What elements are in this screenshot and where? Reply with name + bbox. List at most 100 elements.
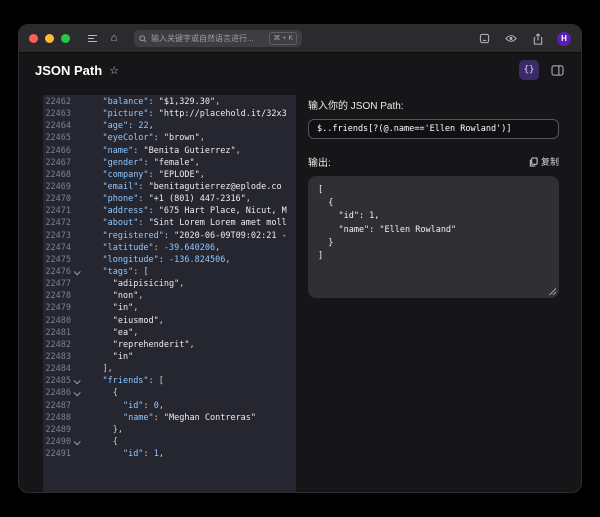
code-text: },	[82, 424, 123, 435]
caret-spacer	[71, 230, 82, 242]
code-text: "eyeColor": "brown",	[102, 133, 205, 144]
line-number: 22484	[45, 364, 71, 375]
code-text: "longitude": -136.824506,	[102, 254, 231, 265]
code-text: ],	[82, 364, 113, 375]
collapse-caret-icon[interactable]	[71, 436, 82, 448]
editor-line[interactable]: 22464 "age": 22,	[43, 120, 296, 132]
code-text: "name": "Meghan Contreras"	[122, 412, 257, 423]
json-editor[interactable]: 22462 "balance": "$1,329.30", 22463 "pict…	[43, 95, 296, 492]
line-number: 22480	[45, 315, 71, 326]
line-number: 22472	[45, 218, 71, 229]
sidebar-toggle-icon[interactable]	[84, 31, 100, 47]
line-number: 22474	[45, 242, 71, 253]
browser-window: ⌂ 输入关键字或自然语言进行... ⌘ + K H JSON Path ☆ {}	[18, 24, 582, 493]
zoom-button[interactable]	[61, 34, 70, 43]
editor-line[interactable]: 22466 "name": "Benita Gutierrez",	[43, 145, 296, 157]
caret-spacer	[71, 181, 82, 193]
code-text: "picture": "http://placehold.it/32x3	[102, 109, 287, 120]
line-number: 22473	[45, 230, 71, 241]
eye-icon[interactable]	[503, 31, 519, 47]
editor-line[interactable]: 22468 "company": "EPLODE",	[43, 169, 296, 181]
editor-line[interactable]: 22470 "phone": "+1 (801) 447-2316",	[43, 193, 296, 205]
code-text: "email": "benitagutierrez@eplode.co	[102, 181, 282, 192]
avatar[interactable]: H	[557, 31, 571, 46]
editor-line[interactable]: 22471 "address": "675 Hart Place, Nicut,…	[43, 205, 296, 217]
line-number: 22482	[45, 339, 71, 350]
editor-line[interactable]: 22472 "about": "Sint Lorem Lorem amet mo…	[43, 217, 296, 229]
editor-line[interactable]: 22475 "longitude": -136.824506,	[43, 254, 296, 266]
app-icon-button[interactable]: {}	[519, 60, 539, 80]
editor-line[interactable]: 22465 "eyeColor": "brown",	[43, 132, 296, 144]
home-icon[interactable]: ⌂	[106, 31, 122, 47]
split-view-icon[interactable]	[549, 62, 565, 78]
editor-line[interactable]: 22478 "non",	[43, 290, 296, 302]
devtools-icon[interactable]	[476, 31, 492, 47]
caret-spacer	[71, 448, 82, 460]
code-text: "gender": "female",	[102, 157, 200, 168]
app-header: JSON Path ☆ {}	[19, 53, 581, 87]
collapse-caret-icon[interactable]	[71, 266, 82, 278]
code-text: "friends": [	[102, 376, 164, 387]
editor-line[interactable]: 22476 "tags": [	[43, 266, 296, 278]
minimize-button[interactable]	[45, 34, 54, 43]
caret-spacer	[71, 108, 82, 120]
caret-spacer	[71, 290, 82, 302]
code-text: "tags": [	[102, 266, 149, 277]
caret-spacer	[71, 315, 82, 327]
editor-line[interactable]: 22490 {	[43, 436, 296, 448]
code-text: "eiusmod",	[112, 315, 164, 326]
editor-line[interactable]: 22481 "ea",	[43, 327, 296, 339]
editor-line[interactable]: 22489 },	[43, 424, 296, 436]
code-text: "latitude": -39.640206,	[102, 242, 221, 253]
editor-line[interactable]: 22482 "reprehenderit",	[43, 339, 296, 351]
copy-button[interactable]: 复制	[529, 155, 559, 168]
code-text: "phone": "+1 (801) 447-2316",	[102, 194, 251, 205]
line-number: 22485	[45, 376, 71, 387]
editor-line[interactable]: 22467 "gender": "female",	[43, 157, 296, 169]
code-text: {	[82, 388, 118, 399]
editor-line[interactable]: 22469 "email": "benitagutierrez@eplode.c…	[43, 181, 296, 193]
editor-line[interactable]: 22474 "latitude": -39.640206,	[43, 242, 296, 254]
search-placeholder: 输入关键字或自然语言进行...	[151, 34, 254, 43]
caret-spacer	[71, 339, 82, 351]
editor-line[interactable]: 22488 "name": "Meghan Contreras"	[43, 412, 296, 424]
jsonpath-panel: 输入你的 JSON Path: 输出: 复制 [ { "id": 1, "nam…	[308, 95, 559, 492]
caret-spacer	[71, 169, 82, 181]
editor-line[interactable]: 22463 "picture": "http://placehold.it/32…	[43, 108, 296, 120]
code-text: "address": "675 Hart Place, Nicut, M	[102, 206, 287, 217]
search-shortcut-badge: ⌘ + K	[269, 32, 297, 45]
line-number: 22489	[45, 424, 71, 435]
line-number: 22465	[45, 133, 71, 144]
output-header: 输出: 复制	[308, 154, 559, 169]
favorite-star-icon[interactable]: ☆	[109, 64, 119, 77]
line-number: 22488	[45, 412, 71, 423]
line-number: 22478	[45, 291, 71, 302]
search-bar[interactable]: 输入关键字或自然语言进行... ⌘ + K	[134, 30, 302, 47]
editor-line[interactable]: 22484 ],	[43, 363, 296, 375]
toolbar-right: H	[476, 31, 571, 47]
editor-line[interactable]: 22486 {	[43, 387, 296, 399]
share-icon[interactable]	[530, 31, 546, 47]
editor-line[interactable]: 22480 "eiusmod",	[43, 315, 296, 327]
close-button[interactable]	[29, 34, 38, 43]
caret-spacer	[71, 242, 82, 254]
code-text: "balance": "$1,329.30",	[102, 97, 221, 107]
editor-line[interactable]: 22491 "id": 1,	[43, 448, 296, 460]
editor-line[interactable]: 22477 "adipisicing",	[43, 278, 296, 290]
editor-line[interactable]: 22485 "friends": [	[43, 375, 296, 387]
line-number: 22466	[45, 145, 71, 156]
caret-spacer	[71, 302, 82, 314]
output-box[interactable]: [ { "id": 1, "name": "Ellen Rowland" } ]	[308, 176, 559, 298]
editor-line[interactable]: 22479 "in",	[43, 302, 296, 314]
editor-line[interactable]: 22487 "id": 0,	[43, 400, 296, 412]
caret-spacer	[71, 145, 82, 157]
code-text: "company": "EPLODE",	[102, 169, 205, 180]
line-number: 22468	[45, 169, 71, 180]
output-label: 输出:	[308, 158, 331, 169]
collapse-caret-icon[interactable]	[71, 375, 82, 387]
editor-line[interactable]: 22473 "registered": "2020-06-09T09:02:21…	[43, 230, 296, 242]
editor-line[interactable]: 22462 "balance": "$1,329.30",	[43, 96, 296, 108]
editor-line[interactable]: 22483 "in"	[43, 351, 296, 363]
collapse-caret-icon[interactable]	[71, 387, 82, 399]
jsonpath-input[interactable]	[308, 119, 559, 139]
